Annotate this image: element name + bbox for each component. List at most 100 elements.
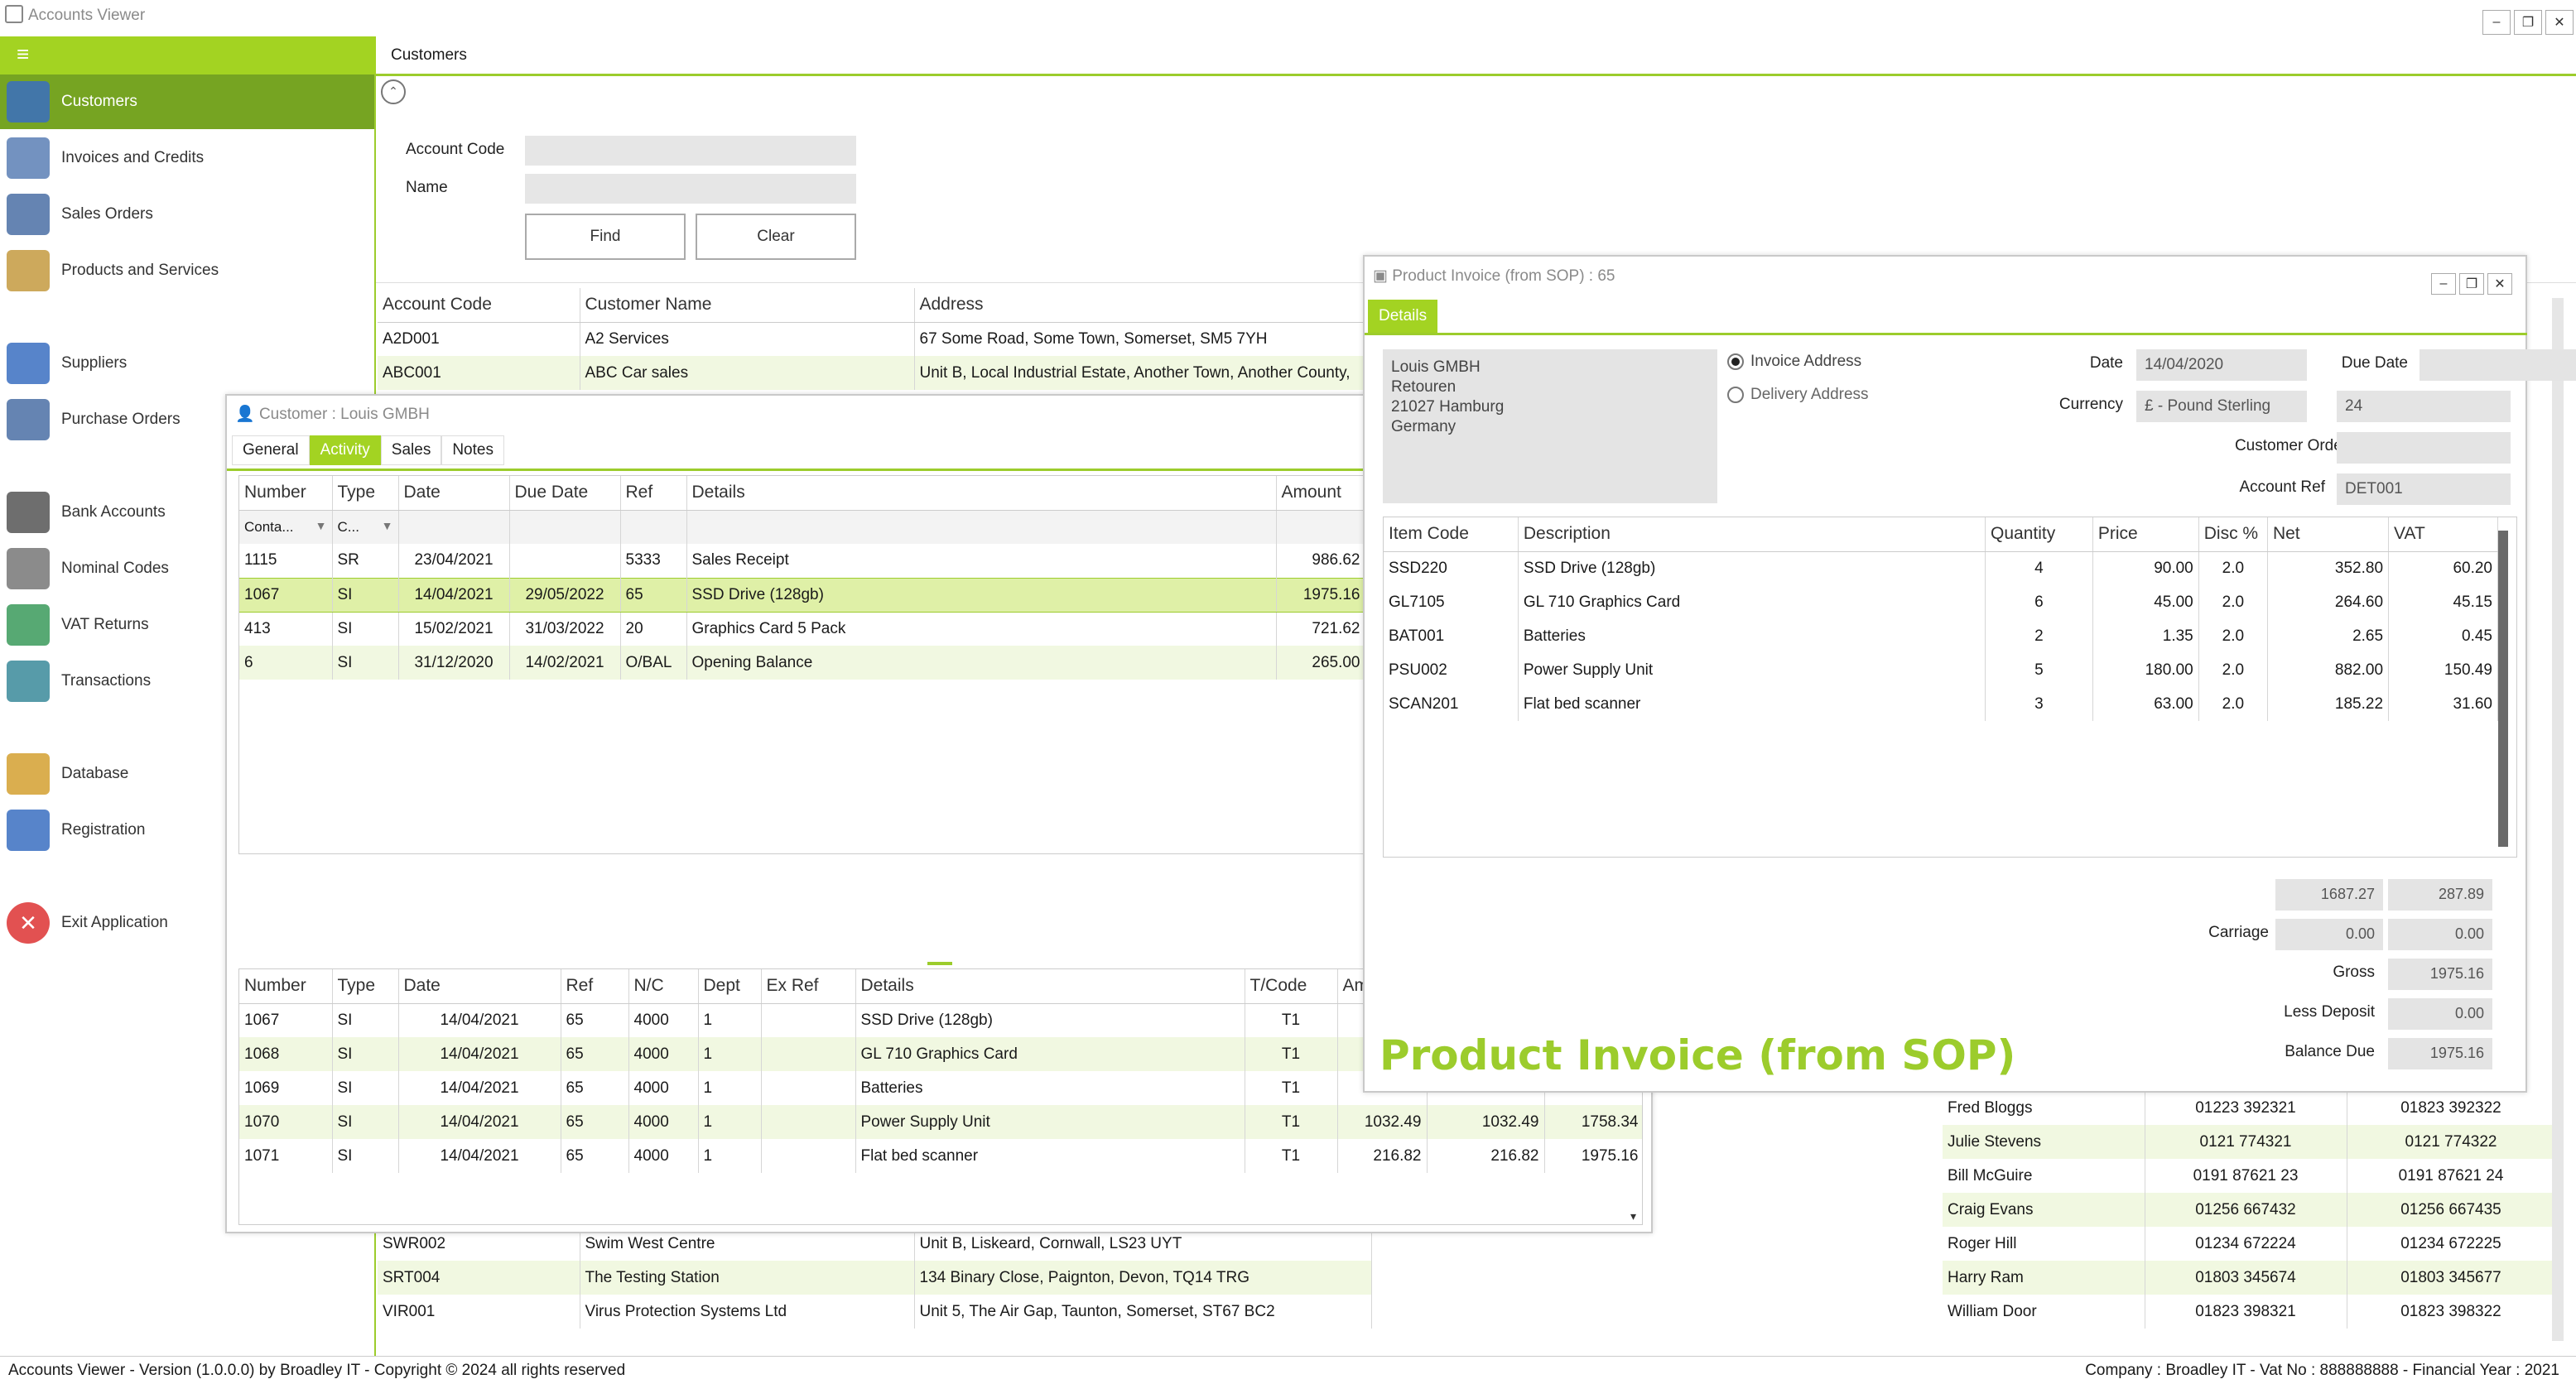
table-row[interactable]: SSD220 SSD Drive (128gb) 4 90.00 2.0 352.80 60… — [1384, 551, 2498, 585]
sidebar-item-sales-orders[interactable]: Sales Orders — [0, 187, 374, 242]
column-header[interactable]: Ref — [620, 476, 687, 511]
table-cell: 2.0 — [2198, 653, 2268, 687]
table-row[interactable]: VIR001 Virus Protection Systems Ltd Unit 5… — [378, 1295, 1372, 1329]
filter-cell[interactable]: Conta... ▼ — [239, 510, 333, 544]
filter-cell[interactable] — [398, 510, 510, 544]
table-row[interactable]: BAT001 Batteries 2 1.35 2.0 2.65 0.45 — [1384, 619, 2498, 653]
scroll-down-icon[interactable]: ▾ — [1630, 1209, 1636, 1223]
tab-customers[interactable]: Customers — [376, 36, 2576, 76]
table-row[interactable]: Harry Ram 01803 345674 01803 345677 — [1943, 1261, 2556, 1295]
column-header[interactable]: Number — [239, 476, 333, 511]
filter-icon[interactable]: ▼ — [382, 519, 393, 532]
table-row[interactable]: A2D001 A2 Services 67 Some Road, Some Town… — [378, 322, 1372, 356]
table-row[interactable]: SRT004 The Testing Station 134 Binary Clos… — [378, 1261, 1372, 1295]
column-header[interactable]: Item Code — [1384, 517, 1519, 552]
invoice-close-icon[interactable]: ✕ — [2487, 273, 2512, 295]
tab-details[interactable]: Details — [1368, 300, 1438, 333]
table-row[interactable]: 6 SI 31/12/2020 14/02/2021 O/BAL Opening Bala… — [239, 646, 1366, 680]
table-row[interactable]: Fred Bloggs 01223 392321 01823 392322 — [1943, 1091, 2556, 1125]
items-scrollbar[interactable] — [2498, 531, 2508, 847]
column-header[interactable]: N/C — [628, 969, 699, 1004]
customer-order-field[interactable] — [2337, 432, 2511, 464]
table-row[interactable]: PSU002 Power Supply Unit 5 180.00 2.0 882.00 1… — [1384, 653, 2498, 687]
restore-icon[interactable]: ❐ — [2514, 10, 2542, 35]
table-row[interactable]: 413 SI 15/02/2021 31/03/2022 20 Graphics Card… — [239, 612, 1366, 646]
less-deposit-field[interactable]: 0.00 — [2388, 998, 2492, 1030]
column-header[interactable]: Due Date — [509, 476, 621, 511]
tab-activity[interactable]: Activity — [309, 435, 381, 465]
carriage-vat-field[interactable]: 0.00 — [2388, 919, 2492, 950]
column-header[interactable]: Price — [2092, 517, 2199, 552]
column-header[interactable]: Amount — [1276, 476, 1366, 511]
table-row[interactable]: 1070 SI 14/04/2021 65 4000 1 Power Supply Unit… — [239, 1105, 1642, 1139]
column-header[interactable]: Type — [332, 969, 399, 1004]
column-header[interactable]: Details — [686, 476, 1277, 511]
column-header[interactable]: Customer Name — [580, 288, 915, 323]
sidebar-item-products-and-services[interactable]: Products and Services — [0, 243, 374, 298]
tab-sales[interactable]: Sales — [380, 435, 442, 465]
currency-field[interactable]: £ - Pound Sterling — [2136, 391, 2307, 422]
tab-general[interactable]: General — [232, 435, 310, 465]
account-code-input[interactable] — [525, 136, 856, 166]
column-header[interactable]: Net — [2267, 517, 2390, 552]
column-header[interactable]: Date — [398, 969, 561, 1004]
invoice-minimize-icon[interactable]: – — [2431, 273, 2456, 295]
column-header[interactable]: Ref — [561, 969, 629, 1004]
column-header[interactable]: Number — [239, 969, 333, 1004]
table-row[interactable]: Julie Stevens 0121 774321 0121 774322 — [1943, 1125, 2556, 1159]
filter-cell[interactable] — [509, 510, 621, 544]
table-row[interactable]: 1067 SI 14/04/2021 29/05/2022 65 SSD Drive (1… — [239, 577, 1366, 613]
close-icon[interactable]: ✕ — [2545, 10, 2574, 35]
sidebar-item-invoices-and-credits[interactable]: Invoices and Credits — [0, 131, 374, 185]
table-row[interactable]: Roger Hill 01234 672224 01234 672225 — [1943, 1227, 2556, 1261]
column-header[interactable]: Account Code — [378, 288, 580, 323]
column-header[interactable]: T/Code — [1245, 969, 1338, 1004]
table-row[interactable]: ABC001 ABC Car sales Unit B, Local Industr… — [378, 356, 1372, 390]
filter-cell[interactable] — [620, 510, 687, 544]
account-ref-label: Account Ref — [2239, 478, 2326, 496]
table-row[interactable]: William Door 01823 398321 01823 398322 — [1943, 1295, 2556, 1329]
column-header[interactable]: Date — [398, 476, 510, 511]
order-no-field[interactable]: 24 — [2337, 391, 2511, 422]
hamburger-menu-icon[interactable]: ≡ — [0, 36, 376, 74]
filter-row[interactable]: Conta... ▼ C... ▼ — [239, 510, 1366, 544]
column-header[interactable]: Disc % — [2198, 517, 2268, 552]
column-header[interactable]: Type — [332, 476, 399, 511]
column-header[interactable]: Ex Ref — [761, 969, 856, 1004]
delivery-address-radio[interactable]: Delivery Address — [1727, 386, 1869, 404]
filter-cell[interactable] — [686, 510, 1277, 544]
table-row[interactable]: 1071 SI 14/04/2021 65 4000 1 Flat bed scanner T… — [239, 1139, 1642, 1173]
column-header[interactable]: Address — [914, 288, 1372, 323]
sidebar-item-customers[interactable]: Customers — [0, 74, 374, 129]
table-row[interactable]: 1115 SR 23/04/2021 5333 Sales Receipt 986.62 — [239, 544, 1366, 578]
table-cell: 1071 — [239, 1139, 333, 1173]
splitter-handle[interactable] — [927, 962, 952, 965]
carriage-net-field[interactable]: 0.00 — [2275, 919, 2383, 950]
table-row[interactable]: GL7105 GL 710 Graphics Card 6 45.00 2.0 264.6… — [1384, 585, 2498, 619]
sidebar-item-suppliers[interactable]: Suppliers — [0, 336, 374, 391]
main-scrollbar[interactable] — [2552, 298, 2564, 1341]
collapse-icon[interactable]: ⌃ — [381, 79, 406, 104]
column-header[interactable]: Details — [855, 969, 1245, 1004]
minimize-icon[interactable]: – — [2482, 10, 2511, 35]
table-cell: 01234 672225 — [2347, 1227, 2556, 1261]
column-header[interactable]: Dept — [698, 969, 762, 1004]
filter-cell[interactable] — [1276, 510, 1366, 544]
column-header[interactable]: VAT — [2388, 517, 2498, 552]
find-button[interactable]: Find — [525, 214, 686, 260]
clear-button[interactable]: Clear — [696, 214, 856, 260]
tab-notes[interactable]: Notes — [441, 435, 504, 465]
table-row[interactable]: SCAN201 Flat bed scanner 3 63.00 2.0 185.22 31… — [1384, 687, 2498, 721]
account-ref-field[interactable]: DET001 — [2337, 473, 2511, 505]
column-header[interactable]: Description — [1518, 517, 1986, 552]
name-input[interactable] — [525, 174, 856, 204]
column-header[interactable]: Quantity — [1985, 517, 2093, 552]
filter-cell[interactable]: C... ▼ — [332, 510, 399, 544]
due-date-field[interactable] — [2420, 349, 2576, 381]
invoice-restore-icon[interactable]: ❐ — [2459, 273, 2484, 295]
filter-icon[interactable]: ▼ — [315, 519, 327, 532]
table-row[interactable]: Craig Evans 01256 667432 01256 667435 — [1943, 1193, 2556, 1227]
table-row[interactable]: Bill McGuire 0191 87621 23 0191 87621 24 — [1943, 1159, 2556, 1193]
invoice-address-radio[interactable]: Invoice Address — [1727, 353, 1861, 371]
date-field[interactable]: 14/04/2020 — [2136, 349, 2307, 381]
